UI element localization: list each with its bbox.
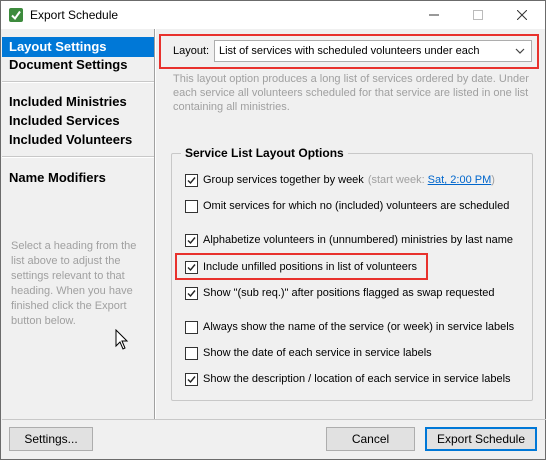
layout-description: This layout option produces a long list … — [173, 73, 529, 113]
checkbox[interactable] — [185, 320, 198, 334]
sidebar-item-included-services[interactable]: Included Services — [2, 111, 154, 131]
maximize-button[interactable] — [456, 1, 500, 29]
start-week-suffix: ) — [491, 174, 495, 186]
option-row[interactable]: Show "(sub req.)" after positions flagge… — [185, 285, 495, 301]
checkmark-icon — [187, 176, 196, 184]
minimize-button[interactable] — [412, 1, 456, 29]
service-list-options-title: Service List Layout Options — [181, 146, 348, 160]
option-label: Show "(sub req.)" after positions flagge… — [203, 287, 495, 299]
checkbox[interactable] — [185, 233, 198, 247]
close-button[interactable] — [500, 1, 544, 29]
sidebar-item-included-volunteers[interactable]: Included Volunteers — [2, 130, 154, 150]
option-row[interactable]: Show the description / location of each … — [185, 371, 511, 387]
checkbox[interactable] — [185, 346, 198, 360]
checkmark-icon — [187, 289, 196, 297]
checkbox[interactable] — [185, 372, 198, 386]
option-label: Show the description / location of each … — [203, 373, 511, 385]
checkbox[interactable] — [185, 260, 198, 274]
app-icon — [8, 7, 24, 23]
layout-settings-panel: Layout: List of services with scheduled … — [157, 29, 545, 419]
option-row[interactable]: Include unfilled positions in list of vo… — [185, 259, 417, 275]
footer-divider — [2, 419, 546, 420]
layout-dropdown-value: List of services with scheduled voluntee… — [219, 45, 480, 57]
close-icon — [517, 10, 527, 20]
settings-button[interactable]: Settings... — [9, 427, 93, 451]
window-title: Export Schedule — [30, 8, 119, 22]
mouse-cursor-icon — [115, 328, 131, 351]
panel-divider — [154, 29, 156, 419]
layout-dropdown[interactable]: List of services with scheduled voluntee… — [214, 40, 532, 62]
option-row[interactable]: Always show the name of the service (or … — [185, 319, 514, 335]
option-row[interactable]: Show the date of each service in service… — [185, 345, 432, 361]
sidebar-item-layout-settings[interactable]: Layout Settings — [2, 37, 154, 57]
title-bar: Export Schedule — [1, 1, 545, 29]
sidebar-item-document-settings[interactable]: Document Settings — [2, 55, 154, 75]
option-row[interactable]: Omit services for which no (included) vo… — [185, 198, 509, 214]
maximize-icon — [473, 10, 483, 20]
checkbox[interactable] — [185, 199, 198, 213]
sidebar-item-name-modifiers[interactable]: Name Modifiers — [2, 168, 154, 188]
export-schedule-window: Export Schedule Layout Settings Document… — [0, 0, 546, 460]
sidebar-help-text: Select a heading from the list above to … — [11, 240, 137, 327]
checkmark-icon — [187, 236, 196, 244]
option-label: Group services together by week — [203, 174, 364, 186]
sidebar-divider — [2, 156, 154, 158]
sidebar-divider — [2, 81, 154, 83]
layout-label: Layout: — [173, 45, 210, 57]
minimize-icon — [429, 14, 439, 16]
checkmark-icon — [187, 263, 196, 271]
cancel-button[interactable]: Cancel — [326, 427, 415, 451]
checkbox[interactable] — [185, 286, 198, 300]
option-row[interactable]: Alphabetize volunteers in (unnumbered) m… — [185, 232, 513, 248]
sidebar-item-included-ministries[interactable]: Included Ministries — [2, 92, 154, 112]
start-week-link[interactable]: Sat, 2:00 PM — [428, 174, 492, 186]
chevron-down-icon — [514, 41, 526, 61]
option-label: Alphabetize volunteers in (unnumbered) m… — [203, 234, 513, 246]
checkbox[interactable] — [185, 173, 198, 187]
export-schedule-button[interactable]: Export Schedule — [425, 427, 537, 451]
start-week-prefix: (start week: — [367, 174, 425, 186]
option-label: Always show the name of the service (or … — [203, 321, 515, 333]
option-label: Include unfilled positions in list of vo… — [203, 261, 418, 273]
option-row[interactable]: Group services together by week (start we… — [185, 172, 495, 188]
checkmark-icon — [187, 375, 196, 383]
sidebar: Layout Settings Document Settings Includ… — [2, 29, 154, 419]
option-label: Omit services for which no (included) vo… — [203, 200, 510, 212]
option-label: Show the date of each service in service… — [203, 347, 432, 359]
